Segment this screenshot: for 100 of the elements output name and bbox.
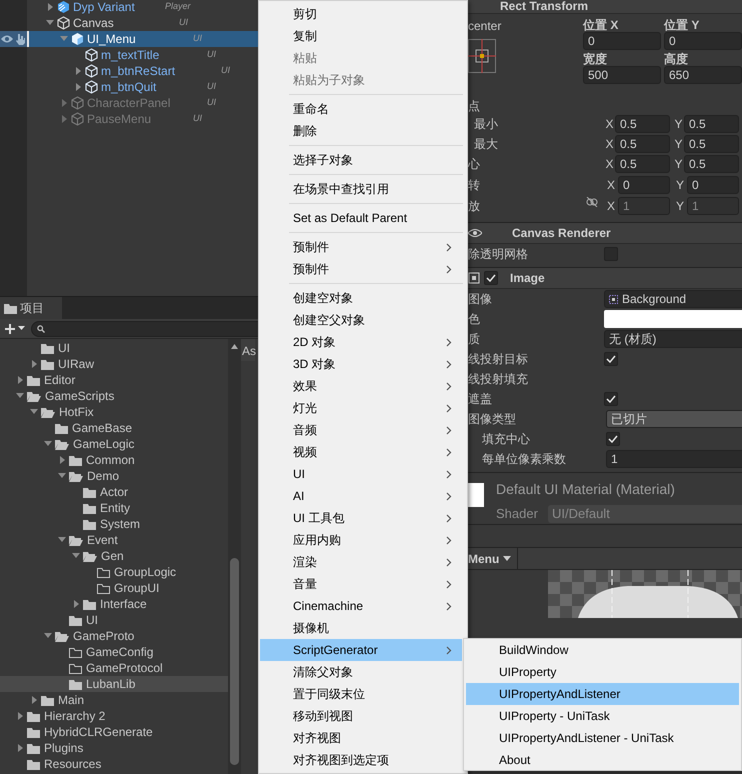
menu-item[interactable]: AI [260,485,462,507]
folder-name[interactable]: Hierarchy 2 [44,707,106,725]
folder-name[interactable]: Event [87,531,118,549]
checkbox[interactable] [606,432,620,446]
object-name[interactable]: m_textTitle [101,46,160,64]
number-field[interactable]: 0.5 [684,135,739,153]
menu-item[interactable]: 创建空对象 [260,287,462,309]
folder-name[interactable]: GameConfig [86,643,154,661]
menu-item[interactable]: 视频 [260,441,462,463]
object-field[interactable]: Background [604,290,742,308]
folder-name[interactable]: Resources [44,755,102,773]
menu-item[interactable]: 对齐视图 [260,727,462,749]
project-tab[interactable]: 项目 [0,297,62,319]
folder-name[interactable]: UIRaw [58,355,94,373]
expand-arrow-icon[interactable] [16,712,24,720]
expand-arrow-icon[interactable] [44,632,52,640]
menu-item[interactable]: 效果 [260,375,462,397]
anchor-preset-button[interactable] [468,39,496,73]
dropdown[interactable]: 已切片 [606,410,742,428]
menu-item[interactable]: 对齐视图到选定项 [260,749,462,771]
folder-name[interactable]: Actor [100,483,128,501]
object-name[interactable]: Canvas [73,14,114,32]
expand-arrow-icon[interactable] [74,67,82,75]
menu-item[interactable]: 应用内购 [260,529,462,551]
number-field[interactable]: 0 [687,176,739,194]
number-field[interactable]: 0.5 [684,155,739,173]
expand-arrow-icon[interactable] [44,440,52,448]
folder-name[interactable]: GroupUI [114,579,160,597]
expand-arrow-icon[interactable] [58,456,66,464]
expand-arrow-icon[interactable] [16,392,24,400]
number-field[interactable]: 650 [664,66,742,84]
scroll-up-icon[interactable] [231,344,238,349]
folder-name[interactable]: Demo [87,467,120,485]
folder-name[interactable]: UI [86,611,98,629]
menu-item[interactable]: 复制 [260,25,462,47]
object-name[interactable]: m_btnQuit [101,78,156,96]
number-field[interactable]: 500 [583,66,661,84]
folder-name[interactable]: GameBase [72,419,132,437]
number-field[interactable]: 0 [618,176,670,194]
expand-arrow-icon[interactable] [16,376,24,384]
checkbox[interactable] [484,271,498,285]
scrollbar-thumb[interactable] [230,558,239,765]
folder-name[interactable]: Main [58,691,84,709]
expand-arrow-icon[interactable] [46,19,54,27]
expand-arrow-icon[interactable] [60,99,68,107]
menu-item[interactable]: 预制件 [260,236,462,258]
number-field[interactable]: 0.5 [615,155,670,173]
folder-name[interactable]: Plugins [44,739,84,757]
menu-item[interactable]: UIProperty [466,661,739,683]
menu-item[interactable]: 音频 [260,419,462,441]
menu-item[interactable]: 渲染 [260,551,462,573]
folder-name[interactable]: GameProtocol [86,659,163,677]
folder-name[interactable]: GameScripts [45,387,114,405]
eye-icon[interactable] [1,34,13,44]
menu-item[interactable]: 删除 [260,120,462,142]
menu-item[interactable]: UI [260,463,462,485]
menu-item[interactable]: UIPropertyAndListener - UniTask [466,727,739,749]
menu-item[interactable]: UIPropertyAndListener [466,683,739,705]
number-field[interactable]: 0.5 [615,115,670,133]
object-name[interactable]: Dyp Variant [73,0,135,16]
create-button[interactable] [4,322,25,334]
menu-item[interactable]: 在场景中查找引用 [260,178,462,200]
folder-name[interactable]: Interface [100,595,147,613]
menu-item[interactable]: 摄像机 [260,617,462,639]
menu-item[interactable]: Cinemachine [260,595,462,617]
expand-arrow-icon[interactable] [72,552,80,560]
expand-arrow-icon[interactable] [30,696,38,704]
expand-arrow-icon[interactable] [58,536,66,544]
number-field[interactable]: 0.5 [684,115,739,133]
color-field[interactable] [604,310,742,328]
number-field[interactable]: 0 [664,32,742,50]
menu-item[interactable]: 剪切 [260,3,462,25]
menu-item[interactable]: UIProperty - UniTask [466,705,739,727]
menu-item[interactable]: 预制件 [260,258,462,280]
folder-name[interactable]: Gen [101,547,124,565]
menu-item[interactable]: 移动到视图 [260,705,462,727]
menu-item[interactable]: 2D 对象 [260,331,462,353]
number-field[interactable]: 0 [583,32,661,50]
object-name[interactable]: UI_Menu [87,30,136,48]
expand-arrow-icon[interactable] [72,600,80,608]
menu-item[interactable]: 重命名 [260,98,462,120]
expand-arrow-icon[interactable] [46,3,54,11]
object-field[interactable]: 无 (材质) [604,330,742,348]
folder-name[interactable]: Editor [44,371,76,389]
expand-arrow-icon[interactable] [16,744,24,752]
expand-arrow-icon[interactable] [30,408,38,416]
hand-icon[interactable] [15,33,25,45]
folder-name[interactable]: GameLogic [73,435,134,453]
expand-arrow-icon[interactable] [58,472,66,480]
menu-item[interactable]: 3D 对象 [260,353,462,375]
expand-arrow-icon[interactable] [60,35,68,43]
folder-name[interactable]: GameProto [73,627,134,645]
menu-item[interactable]: BuildWindow [466,639,739,661]
menu-item[interactable]: 创建空父对象 [260,309,462,331]
object-name[interactable]: m_btnReStart [101,62,176,80]
checkbox[interactable] [604,392,618,406]
menu-item[interactable]: UI 工具包 [260,507,462,529]
menu-item[interactable]: 清除父对象 [260,661,462,683]
menu-item[interactable]: 置于同级末位 [260,683,462,705]
number-field[interactable]: 0.5 [615,135,670,153]
